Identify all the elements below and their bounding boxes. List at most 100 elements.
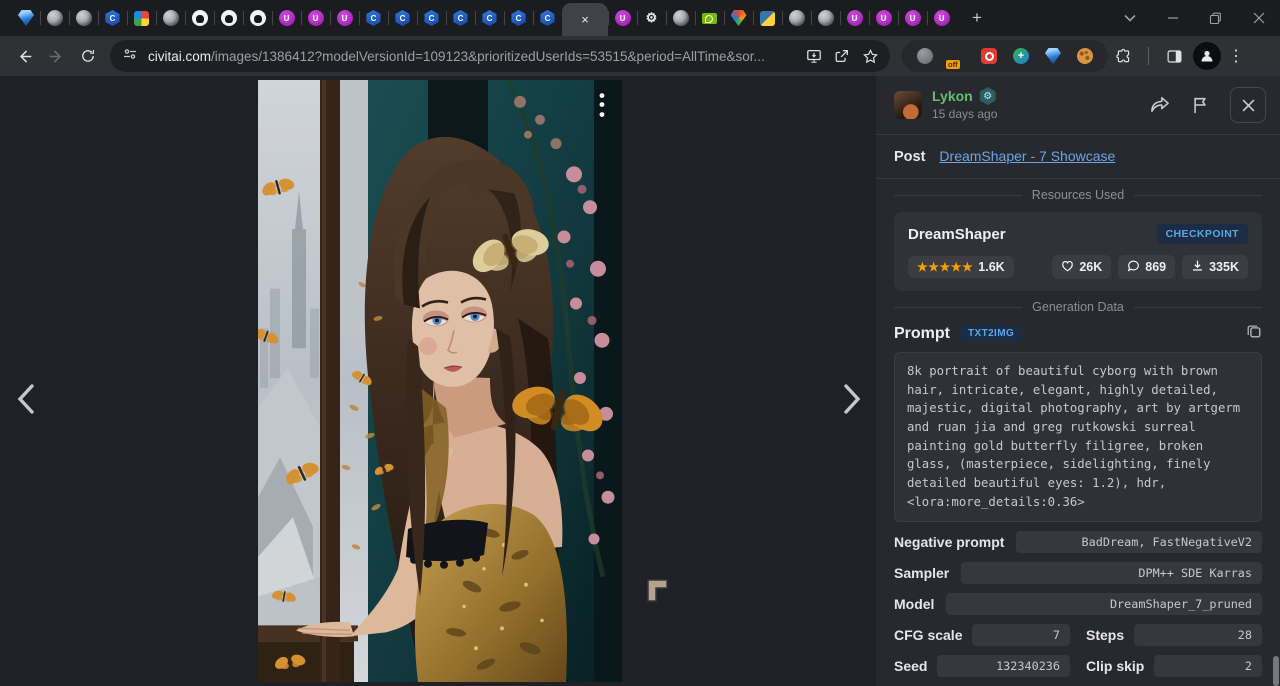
rating-chip[interactable]: ★★★★★ 1.6K — [908, 256, 1014, 278]
download-count: 335K — [1209, 260, 1239, 274]
browser-tab[interactable] — [127, 1, 156, 35]
verified-badge-icon: ⚙ — [979, 87, 997, 105]
browser-tab[interactable]: U — [840, 1, 869, 35]
prompt-text[interactable]: 8k portrait of beautiful cyborg with bro… — [894, 352, 1262, 522]
share-page-icon[interactable] — [828, 42, 856, 70]
globe-favicon — [47, 10, 63, 26]
browser-tab[interactable] — [753, 1, 782, 35]
resource-type-badge: CHECKPOINT — [1157, 224, 1248, 244]
download-stat-chip[interactable]: 335K — [1182, 255, 1248, 279]
field-value[interactable]: 28 — [1134, 624, 1262, 646]
back-button[interactable] — [8, 40, 40, 72]
field-value[interactable]: 2 — [1154, 655, 1262, 677]
heart-stat-chip[interactable]: 26K — [1052, 255, 1111, 279]
browser-tab[interactable]: U — [608, 1, 637, 35]
author-avatar[interactable] — [894, 91, 922, 119]
field-value[interactable]: 132340236 — [937, 655, 1070, 677]
panel-scrollbar-thumb[interactable] — [1273, 656, 1279, 686]
ultralytics-favicon: U — [905, 10, 921, 26]
browser-tab[interactable] — [185, 1, 214, 35]
browser-tab[interactable] — [782, 1, 811, 35]
browser-tab[interactable]: U — [272, 1, 301, 35]
close-window-button[interactable] — [1237, 0, 1280, 36]
next-image-button[interactable] — [832, 379, 872, 419]
profile-avatar[interactable] — [1193, 42, 1221, 70]
panel-scroll-area[interactable]: Resources Used DreamShaper CHECKPOINT ★★… — [876, 179, 1280, 686]
browser-tab[interactable]: C — [98, 1, 127, 35]
prev-image-button[interactable] — [6, 379, 46, 419]
field-value[interactable]: DPM++ SDE Karras — [961, 562, 1262, 584]
install-app-icon[interactable] — [800, 42, 828, 70]
browser-tab[interactable]: U — [330, 1, 359, 35]
reload-button[interactable] — [72, 40, 104, 72]
side-panel-icon[interactable] — [1159, 41, 1189, 71]
globe-plus-extension-icon[interactable]: + — [1013, 48, 1029, 64]
browser-tab[interactable] — [811, 1, 840, 35]
active-tab[interactable]: × — [562, 3, 608, 36]
pinned-tab[interactable] — [12, 1, 40, 35]
browser-tab[interactable]: U — [869, 1, 898, 35]
image-detail-panel: Lykon ⚙ 15 days ago Post DreamShaper - 7… — [876, 76, 1280, 686]
browser-tab[interactable] — [156, 1, 185, 35]
browser-tab[interactable] — [243, 1, 272, 35]
restore-button[interactable] — [1194, 0, 1237, 36]
browser-tab[interactable]: C — [417, 1, 446, 35]
bookmark-star-icon[interactable] — [856, 42, 884, 70]
browser-tab[interactable] — [214, 1, 243, 35]
comment-stat-chip[interactable]: 869 — [1118, 255, 1175, 279]
field-label: Model — [894, 596, 934, 612]
field-label: Clip skip — [1086, 658, 1144, 674]
browser-tab[interactable]: U — [301, 1, 330, 35]
site-info-icon[interactable] — [122, 46, 138, 67]
share-icon[interactable] — [1144, 89, 1176, 121]
forward-button[interactable] — [40, 40, 72, 72]
browser-tab[interactable]: C — [388, 1, 417, 35]
globe-dim-icon — [917, 48, 933, 64]
field-value[interactable]: BadDream, FastNegativeV2 — [1016, 531, 1262, 553]
browser-tab[interactable] — [695, 1, 724, 35]
extensions-puzzle-icon[interactable] — [1108, 41, 1138, 71]
gear-favicon: ⚙ — [644, 10, 660, 26]
browser-tab[interactable] — [666, 1, 695, 35]
globe-favicon — [789, 10, 805, 26]
browser-tab[interactable] — [69, 1, 98, 35]
browser-tab[interactable] — [724, 1, 753, 35]
field-value[interactable]: DreamShaper_7_pruned — [946, 593, 1262, 615]
browser-menu-icon[interactable]: ⋮ — [1225, 46, 1247, 66]
gem-extension-icon[interactable] — [1045, 48, 1061, 64]
generation-field-grid-row: CFG scale7Steps28 — [894, 624, 1262, 646]
resource-card[interactable]: DreamShaper CHECKPOINT ★★★★★ 1.6K 26K 869… — [894, 212, 1262, 291]
minimize-button[interactable] — [1151, 0, 1194, 36]
red-ring-extension-icon[interactable] — [981, 48, 997, 64]
globe-dim-extension-icon[interactable] — [917, 48, 933, 64]
field-value[interactable]: 7 — [972, 624, 1070, 646]
author-header: Lykon ⚙ 15 days ago — [876, 76, 1280, 134]
close-panel-button[interactable] — [1230, 87, 1266, 123]
generated-image[interactable] — [258, 80, 622, 682]
report-flag-icon[interactable] — [1184, 89, 1216, 121]
heart-icon — [1061, 260, 1074, 275]
cookie-extension-icon[interactable] — [1077, 48, 1093, 64]
prompt-header: Prompt TXT2IMG — [894, 323, 1262, 344]
flame-off-extension-icon[interactable]: off — [949, 48, 965, 64]
new-tab-button[interactable]: + — [962, 3, 992, 33]
gem-multi-favicon — [731, 10, 747, 26]
copy-generation-data-icon[interactable] — [1246, 323, 1262, 344]
address-bar[interactable]: civitai.com/images/1386412?modelVersionI… — [110, 40, 890, 72]
tab-search-button[interactable] — [1108, 0, 1151, 36]
browser-tab[interactable]: C — [475, 1, 504, 35]
close-tab-icon[interactable]: × — [581, 12, 589, 27]
browser-tab[interactable] — [40, 1, 69, 35]
browser-tab[interactable]: U — [927, 1, 956, 35]
post-link[interactable]: DreamShaper - 7 Showcase — [939, 148, 1115, 164]
browser-tab[interactable]: ⚙ — [637, 1, 666, 35]
browser-tab[interactable]: C — [533, 1, 562, 35]
browser-tab[interactable]: C — [359, 1, 388, 35]
resource-name[interactable]: DreamShaper — [908, 226, 1006, 243]
browser-tab[interactable]: C — [446, 1, 475, 35]
image-options-menu-icon[interactable]: ••• — [595, 91, 609, 119]
globe-favicon — [163, 10, 179, 26]
author-username[interactable]: Lykon — [932, 88, 973, 104]
browser-tab[interactable]: C — [504, 1, 533, 35]
browser-tab[interactable]: U — [898, 1, 927, 35]
